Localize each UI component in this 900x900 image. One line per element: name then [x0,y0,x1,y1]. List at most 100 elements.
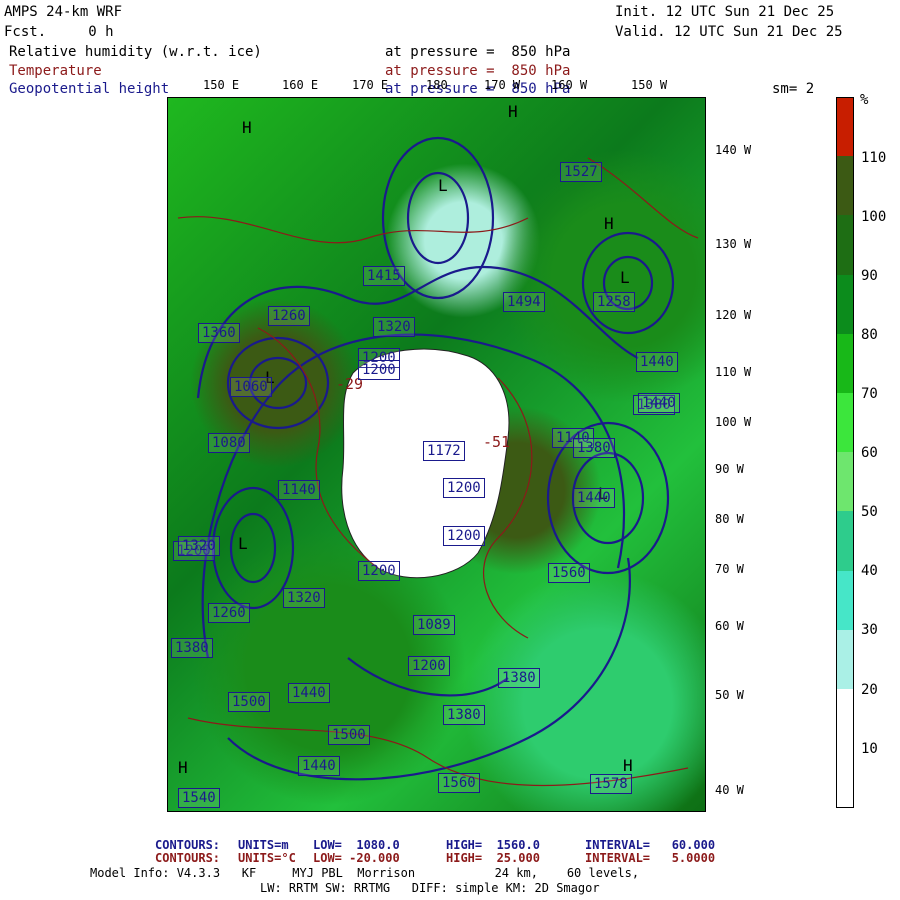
colorbar-swatch [836,333,854,393]
low-pressure-marker: L [620,268,630,287]
field-level-rh: at pressure = 850 hPa [385,44,571,60]
footer-temp-low: LOW= -20.000 [313,851,400,865]
height-value-label: 1200 [358,561,400,581]
colorbar-label: 110 [861,150,887,166]
height-value-label: 1260 [208,603,250,623]
height-value-label: 1578 [590,774,632,794]
colorbar-swatch [836,629,854,689]
lat-label: 50 W [715,688,744,702]
height-value-label: 1320 [178,536,220,556]
footer-temp-units: UNITS=°C [238,851,296,865]
lat-label: 40 W [715,783,744,797]
colorbar-label: 70 [861,386,878,402]
lat-label: 120 W [715,308,752,322]
height-contour [211,486,295,610]
height-value-label: 1200 [408,656,450,676]
lon-label: 160 W [551,78,588,92]
height-value-label: 1380 [498,668,540,688]
height-value-label: 1440 [638,393,680,413]
height-value-label: 1494 [503,292,545,312]
colorbar-swatch [836,393,854,453]
footer-height-low: LOW= 1080.0 [313,838,400,852]
colorbar-label: 40 [861,563,878,579]
height-value-label: 1320 [373,317,415,337]
height-value-label: 1415 [363,266,405,286]
low-pressure-marker: L [238,534,248,553]
height-value-label: 1380 [443,705,485,725]
rh-map-panel: -29 -51 H H H H H L L L L L 1527 1494 1258… [167,97,706,812]
height-value-label: 1080 [208,433,250,453]
height-value-label: 1200 [443,478,485,498]
lat-label: 90 W [715,462,744,476]
footer-height-high: HIGH= 1560.0 [446,838,540,852]
lon-label: 180 [426,78,448,92]
colorbar-swatch [836,156,854,216]
model-info-line1: Model Info: V4.3.3 KF MYJ PBL Morrison 2… [90,866,640,880]
height-value-label: 1440 [288,683,330,703]
lat-label: 80 W [715,512,744,526]
height-value-label: 1089 [413,615,455,635]
colorbar-swatch [836,689,854,749]
colorbar-label: 80 [861,327,878,343]
field-name-height: Geopotential height [9,81,170,97]
height-value-label: 1360 [198,323,240,343]
lon-label: 160 E [282,78,319,92]
lat-label: 130 W [715,237,752,251]
colorbar-label: 30 [861,622,878,638]
height-value-label: 1172 [423,441,465,461]
field-level-temp: at pressure = 850 hPa [385,63,571,79]
smoothing-label: sm= 2 [772,81,815,97]
footer-temp-interval: INTERVAL= 5.0000 [585,851,716,865]
height-value-label: 1260 [268,306,310,326]
lat-label: 110 W [715,365,752,379]
height-value-label: 1200 [358,360,400,380]
height-value-label: 1440 [636,352,678,372]
height-value-label: 1200 [443,526,485,546]
lon-label: 170 W [484,78,521,92]
footer-height-contours: CONTOURS: [155,838,221,852]
footer-temp-high: HIGH= 25.000 [446,851,540,865]
lon-label: 150 W [631,78,668,92]
height-value-label: 1320 [283,588,325,608]
init-time: Init. 12 UTC Sun 21 Dec 25 [615,4,835,20]
height-value-label: 1560 [548,563,590,583]
high-pressure-marker: H [242,118,252,137]
height-value-label: 1380 [171,638,213,658]
height-value-label: 1060 [230,377,272,397]
colorbar-swatch [836,748,854,809]
temperature-contour [177,216,529,244]
lon-label: 170 E [352,78,389,92]
height-value-label: 1380 [573,438,615,458]
colorbar-swatch [836,570,854,630]
height-value-label: 1440 [298,756,340,776]
colorbar-label: 10 [861,741,878,757]
forecast-hour: Fcst. 0 h [4,24,114,40]
low-pressure-marker: L [438,176,448,195]
field-name-rh: Relative humidity (w.r.t. ice) [9,44,262,60]
footer-height-units: UNITS=m [238,838,289,852]
height-value-label: 1527 [560,162,602,182]
lat-label: 70 W [715,562,744,576]
colorbar-swatch [836,97,854,158]
height-value-label: 1440 [573,488,615,508]
lon-label: 150 E [203,78,240,92]
high-pressure-marker: H [623,756,633,775]
colorbar-swatch [836,452,854,512]
colorbar-label: 60 [861,445,878,461]
height-value-label: 1500 [328,725,370,745]
colorbar-swatch [836,511,854,571]
height-value-label: 1140 [278,480,320,500]
high-pressure-marker: H [178,758,188,777]
colorbar-label: 20 [861,682,878,698]
high-pressure-marker: H [508,102,518,121]
colorbar-label: 90 [861,268,878,284]
model-info-line2: LW: RRTM SW: RRTMG DIFF: simple KM: 2D S… [260,881,600,895]
field-level-height: at pressure = 850 hPa [385,81,571,97]
colorbar-swatch [836,215,854,275]
lat-label: 60 W [715,619,744,633]
colorbar-label: 100 [861,209,887,225]
colorbar-label: 50 [861,504,878,520]
height-value-label: 1540 [178,788,220,808]
model-title: AMPS 24-km WRF [4,4,123,20]
high-pressure-marker: H [604,214,614,233]
